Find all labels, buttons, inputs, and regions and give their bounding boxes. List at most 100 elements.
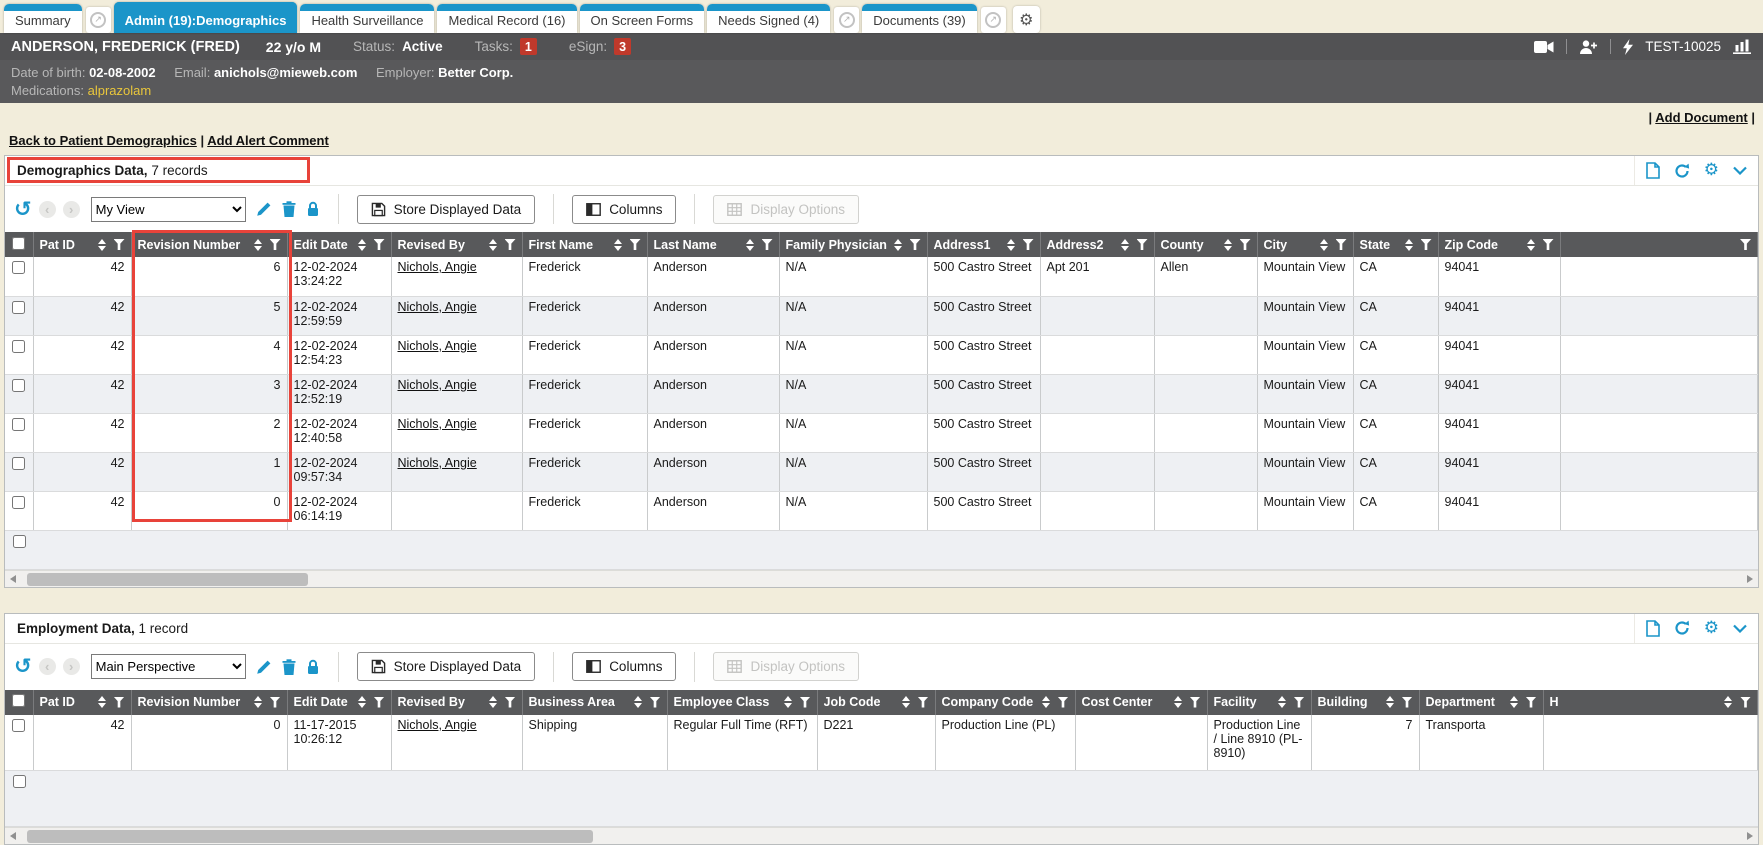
filter-icon[interactable] [270,239,281,250]
revised-by-link[interactable]: Nichols, Angie [398,260,477,274]
revised-by-link[interactable]: Nichols, Angie [398,378,477,392]
filter-icon[interactable] [1240,239,1251,250]
chevron-down-icon[interactable] [1733,166,1747,175]
column-header-employee_class[interactable]: Employee Class [667,690,817,715]
sort-icon[interactable] [98,239,106,251]
column-header-pat_id[interactable]: Pat ID [33,690,131,715]
select-all-checkbox[interactable] [12,694,25,707]
row-checkbox[interactable] [12,301,25,314]
gear-icon[interactable]: ⚙ [1704,162,1719,179]
columns-button[interactable]: Columns [572,652,676,681]
revised-by-link[interactable]: Nichols, Angie [398,417,477,431]
column-header-last_name[interactable]: Last Name [647,232,779,257]
edit-pencil-icon[interactable] [256,201,272,217]
filter-icon[interactable] [910,239,921,250]
filter-icon[interactable] [1740,697,1751,708]
new-row-checkbox[interactable] [13,775,26,788]
row-checkbox[interactable] [12,496,25,509]
tab-on-screen-forms[interactable]: On Screen Forms [580,4,705,33]
view-select[interactable]: Main Perspective [91,654,246,679]
gear-icon[interactable]: ⚙ [1704,620,1719,637]
popout-icon[interactable]: ↗ [981,7,1006,33]
revised-by-link[interactable]: Nichols, Angie [398,718,477,732]
filter-icon[interactable] [1421,239,1432,250]
column-header-address2[interactable]: Address2 [1040,232,1154,257]
column-header-county[interactable]: County [1154,232,1257,257]
filter-icon[interactable] [630,239,641,250]
column-header-building[interactable]: Building [1311,690,1419,715]
column-header-revision[interactable]: Revision Number [131,690,287,715]
filter-icon[interactable] [1190,697,1201,708]
column-header-family_physician[interactable]: Family Physician [779,232,927,257]
scroll-right-icon[interactable] [1747,832,1753,840]
filter-icon[interactable] [270,697,281,708]
column-header-revised_by[interactable]: Revised By [391,232,522,257]
sort-icon[interactable] [1320,239,1328,251]
filter-icon[interactable] [114,697,125,708]
filter-icon[interactable] [374,239,385,250]
medications-value[interactable]: alprazolam [88,83,152,98]
column-header-h[interactable]: H [1543,690,1758,715]
filter-icon[interactable] [918,697,929,708]
sort-icon[interactable] [489,696,497,708]
column-header-job_code[interactable]: Job Code [817,690,935,715]
column-header-edit_date[interactable]: Edit Date [287,232,391,257]
sort-icon[interactable] [894,239,902,251]
scroll-left-icon[interactable] [10,832,16,840]
sort-icon[interactable] [1405,239,1413,251]
sort-icon[interactable] [1224,239,1232,251]
column-header-city[interactable]: City [1257,232,1353,257]
refresh-icon[interactable] [1674,620,1690,636]
sort-icon[interactable] [1386,696,1394,708]
row-checkbox[interactable] [12,719,25,732]
trash-icon[interactable] [282,659,296,675]
select-all-checkbox[interactable] [12,237,25,250]
sort-icon[interactable] [746,239,754,251]
sort-icon[interactable] [1278,696,1286,708]
edit-pencil-icon[interactable] [256,659,272,675]
document-icon[interactable] [1646,162,1660,179]
revised-by-link[interactable]: Nichols, Angie [398,300,477,314]
tab-summary[interactable]: Summary [4,4,82,33]
filter-icon[interactable] [374,697,385,708]
filter-icon[interactable] [1740,239,1751,250]
column-header-pat_id[interactable]: Pat ID [33,232,131,257]
sort-icon[interactable] [614,239,622,251]
chevron-down-icon[interactable] [1733,624,1747,633]
filter-icon[interactable] [650,697,661,708]
column-header-department[interactable]: Department [1419,690,1543,715]
column-header-revision[interactable]: Revision Number [131,232,287,257]
refresh-icon[interactable] [1674,163,1690,179]
add-document-link[interactable]: Add Document [1655,110,1747,125]
tasks-badge[interactable]: 1 [520,38,537,55]
filter-icon[interactable] [1402,697,1413,708]
sort-icon[interactable] [634,696,642,708]
column-header-first_name[interactable]: First Name [522,232,647,257]
row-checkbox[interactable] [12,340,25,353]
row-checkbox[interactable] [12,261,25,274]
filter-icon[interactable] [1058,697,1069,708]
sort-icon[interactable] [1007,239,1015,251]
sort-icon[interactable] [1174,696,1182,708]
lock-icon[interactable] [306,201,320,217]
filter-icon[interactable] [505,239,516,250]
sort-icon[interactable] [1510,696,1518,708]
sort-icon[interactable] [254,696,262,708]
column-header-cost_center[interactable]: Cost Center [1075,690,1207,715]
column-header-zip[interactable]: Zip Code [1438,232,1560,257]
undo-icon[interactable]: ↺ [14,199,32,220]
filter-icon[interactable] [1137,239,1148,250]
column-header-business_area[interactable]: Business Area [522,690,667,715]
revised-by-link[interactable]: Nichols, Angie [398,456,477,470]
sort-icon[interactable] [1042,696,1050,708]
tab-documents-39[interactable]: Documents (39) [862,4,976,33]
filter-icon[interactable] [1336,239,1347,250]
tab-health-surveillance[interactable]: Health Surveillance [300,4,434,33]
sort-icon[interactable] [489,239,497,251]
sort-icon[interactable] [1724,696,1732,708]
tab-needs-signed-4[interactable]: Needs Signed (4) [707,4,830,33]
bar-chart-icon[interactable] [1733,39,1752,54]
lightning-bolt-icon[interactable] [1623,39,1633,55]
sort-icon[interactable] [358,239,366,251]
row-checkbox[interactable] [12,418,25,431]
